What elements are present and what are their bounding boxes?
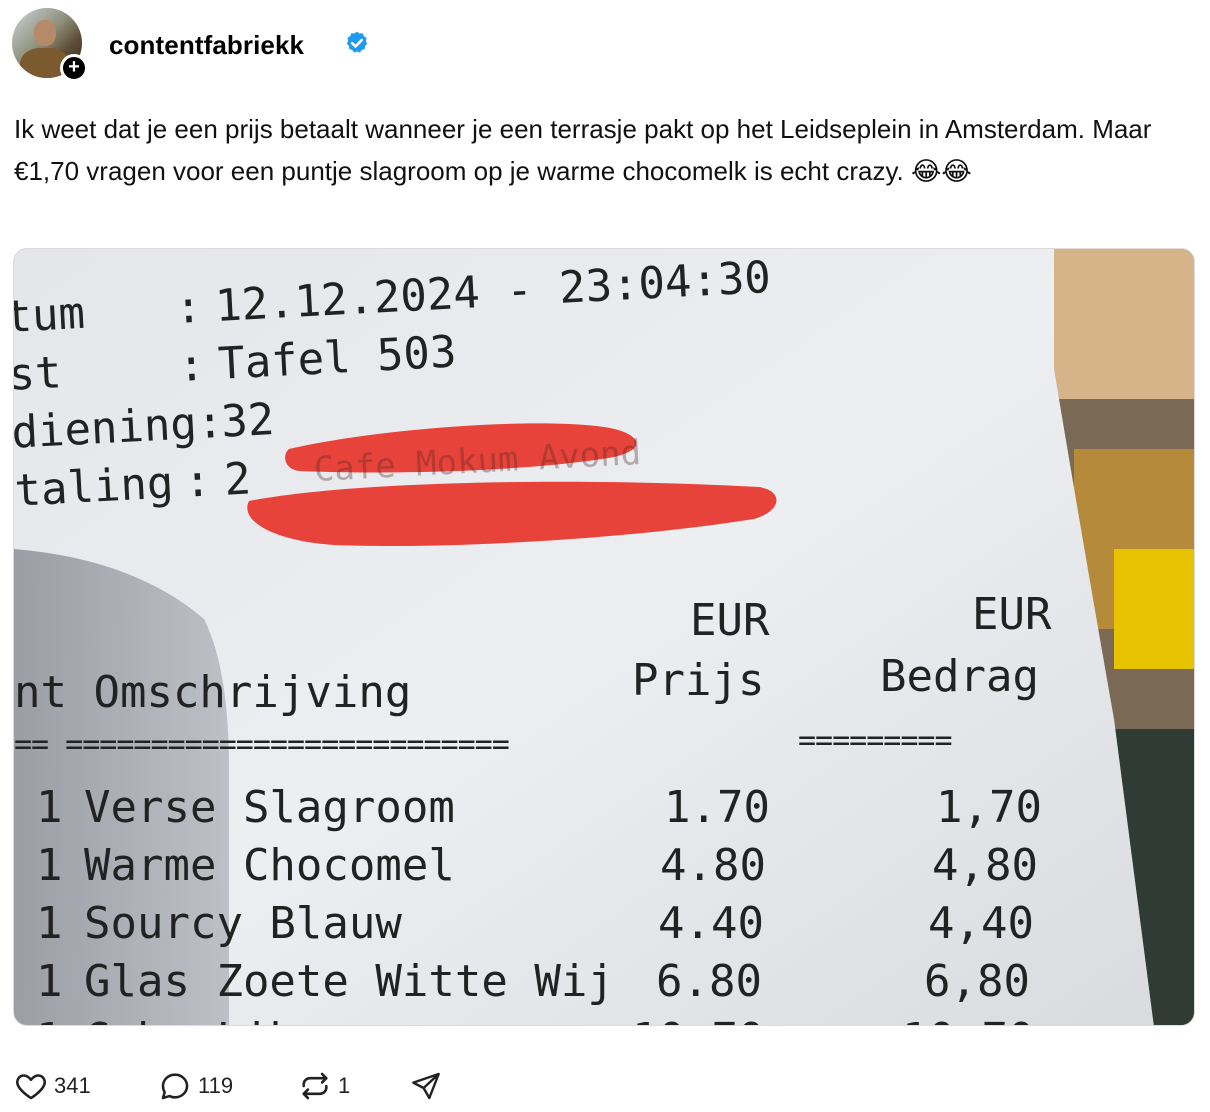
comment-button[interactable]: 119 (158, 1066, 233, 1106)
receipt-item-prijs: 4.80 (660, 840, 766, 891)
receipt-sep: : (176, 339, 207, 392)
follow-plus-icon[interactable]: + (60, 54, 88, 82)
receipt-payment: 2 (222, 453, 253, 506)
receipt-divider: == ========================== (14, 727, 510, 762)
receipt-col-currency-1: EUR (690, 595, 770, 646)
receipt-items: 1 Verse Slagroom 1.70 1,70 1 Warme Choco… (36, 779, 1076, 1025)
receipt-label-bediening: diening: (13, 396, 225, 459)
receipt-col-item: nt Omschrijving (14, 667, 412, 718)
heart-icon (16, 1074, 46, 1100)
receipt-sep: : (173, 281, 204, 335)
post-header: + contentfabriekk (12, 8, 1192, 84)
receipt-item-row: 1 Warme Chocomel 4.80 4,80 (36, 837, 1076, 895)
receipt-item-bedrag: 6,80 (924, 956, 1030, 1007)
receipt-label-datum: tum (13, 287, 87, 343)
receipt-item-qty: 1 (36, 956, 63, 1007)
repost-icon (302, 1072, 328, 1100)
like-count: 341 (54, 1073, 91, 1098)
receipt-item-qty: 1 (36, 840, 63, 891)
receipt-item-name: Verse Slagroom (84, 782, 455, 833)
receipt-item-bedrag: 1,70 (936, 782, 1042, 833)
repost-button[interactable]: 1 (298, 1066, 350, 1106)
username[interactable]: contentfabriekk (109, 30, 304, 61)
receipt-item-row: 1 Verse Slagroom 1.70 1,70 (36, 779, 1076, 837)
comment-icon (161, 1073, 189, 1100)
avatar-face (34, 20, 56, 46)
post-actions: 341 119 1 (14, 1066, 614, 1106)
receipt-item-prijs: 1.70 (664, 782, 770, 833)
receipt-item-name: Cuba Libre (84, 1011, 349, 1025)
receipt-redacted-text: Cafe Mokum Avond (312, 432, 643, 491)
receipt-item-row: 1 Cuba Libre 10.70 10,70 (36, 1011, 1076, 1025)
receipt-server: 32 (219, 394, 276, 448)
receipt-divider: ========= (798, 723, 953, 758)
receipt-item-bedrag: 10,70 (902, 1011, 1034, 1025)
receipt-sep: : (183, 455, 213, 508)
post-image[interactable]: tum : 12.12.2024 - 23:04:30 st : Tafel 5… (13, 248, 1195, 1026)
repost-count: 1 (338, 1073, 351, 1098)
receipt-item-qty: 1 (36, 782, 63, 833)
receipt-item-qty: 1 (36, 898, 63, 949)
like-button[interactable]: 341 (14, 1066, 91, 1106)
receipt-item-bedrag: 4,40 (928, 898, 1034, 949)
receipt-item-prijs: 10.70 (632, 1011, 764, 1025)
post-text: Ik weet dat je een prijs betaalt wanneer… (14, 114, 1152, 186)
receipt-item-qty: 1 (36, 1014, 63, 1025)
receipt-header: tum : 12.12.2024 - 23:04:30 st : Tafel 5… (13, 252, 772, 521)
receipt-item-bedrag: 4,80 (932, 840, 1038, 891)
receipt-col-currency-2: EUR (972, 589, 1052, 640)
receipt-col-bedrag: Bedrag (880, 651, 1039, 702)
receipt-label-betaling: taling (13, 457, 175, 517)
share-icon (412, 1072, 440, 1100)
receipt-item-name: Sourcy Blauw (84, 898, 402, 949)
receipt-item-row: 1 Sourcy Blauw 4.40 4,40 (36, 895, 1076, 953)
comment-count: 119 (198, 1073, 234, 1098)
receipt-item-name: Warme Chocomel (84, 840, 455, 891)
receipt-item-row: 1 Glas Zoete Witte Wij 6.80 6,80 (36, 953, 1076, 1011)
receipt-col-prijs: Prijs (632, 655, 765, 706)
receipt-item-prijs: 4.40 (658, 898, 764, 949)
share-button[interactable] (410, 1066, 442, 1106)
receipt-item-name: Glas Zoete Witte Wij (84, 956, 614, 1007)
receipt-label-tafel: st (13, 347, 63, 401)
receipt-table: Tafel 503 (216, 326, 458, 390)
verified-icon (346, 31, 368, 53)
receipt-item-prijs: 6.80 (656, 956, 762, 1007)
receipt-datetime: 12.12.2024 - 23:04:30 (213, 251, 773, 332)
